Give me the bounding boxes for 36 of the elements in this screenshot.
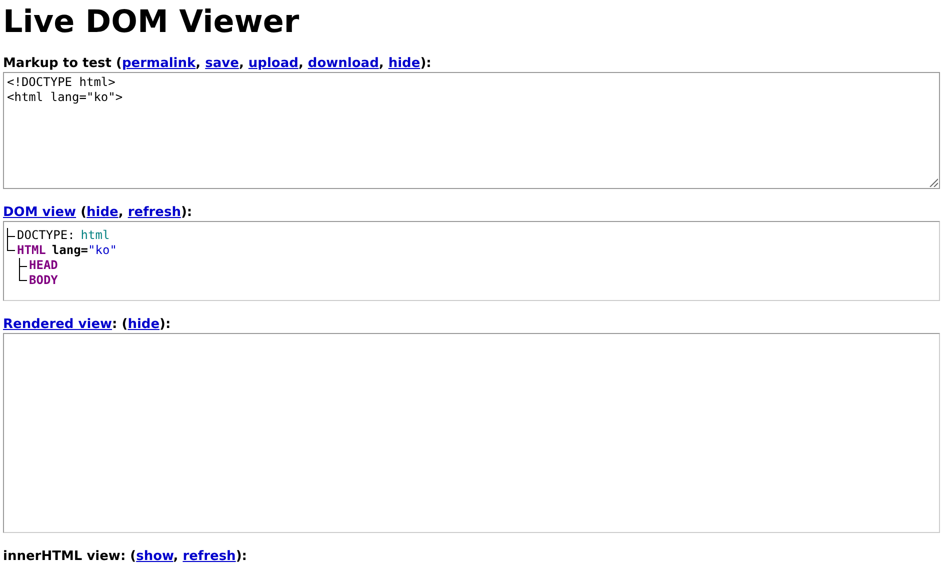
- section-link[interactable]: refresh: [128, 205, 181, 220]
- section-link[interactable]: show: [136, 549, 174, 564]
- doctype-label: DOCTYPE:: [17, 228, 75, 243]
- section-label: ,: [298, 56, 304, 71]
- section-label: ,: [238, 56, 245, 71]
- section-label: ):: [180, 205, 192, 220]
- resize-grip-icon[interactable]: [929, 178, 938, 187]
- element-name: HTML: [17, 243, 46, 258]
- element-name: HEAD: [29, 258, 58, 273]
- section-link[interactable]: hide: [128, 317, 160, 332]
- page-title: Live DOM Viewer: [3, 3, 300, 42]
- doctype-value: html: [80, 228, 110, 243]
- element-name: BODY: [29, 273, 58, 288]
- section-link[interactable]: download: [308, 56, 379, 71]
- section-label: ,: [173, 549, 180, 564]
- markup-field[interactable]: <!DOCTYPE html> <html lang="ko">: [3, 72, 940, 189]
- section-label: ,: [118, 205, 124, 220]
- section-link[interactable]: hide: [86, 205, 118, 220]
- section-link[interactable]: Rendered view: [3, 317, 112, 332]
- section-label: ,: [196, 56, 202, 71]
- section-label: (: [80, 205, 87, 220]
- section-label: ):: [420, 56, 432, 71]
- section-label: ):: [236, 549, 247, 564]
- section-label: : (: [112, 317, 128, 332]
- section-link[interactable]: DOM view: [3, 205, 76, 220]
- section-label: ,: [378, 56, 385, 71]
- section-label: Markup to test (: [3, 56, 122, 71]
- attribute-name: lang=: [52, 243, 88, 258]
- attribute-value: "ko": [88, 243, 117, 258]
- section-link[interactable]: permalink: [122, 56, 196, 71]
- section-label: ):: [160, 317, 171, 332]
- section-label: innerHTML view: (: [3, 549, 136, 564]
- section-link[interactable]: refresh: [182, 549, 236, 564]
- section-link[interactable]: hide: [388, 56, 420, 71]
- section-link[interactable]: save: [205, 56, 239, 71]
- section-link[interactable]: upload: [248, 56, 298, 71]
